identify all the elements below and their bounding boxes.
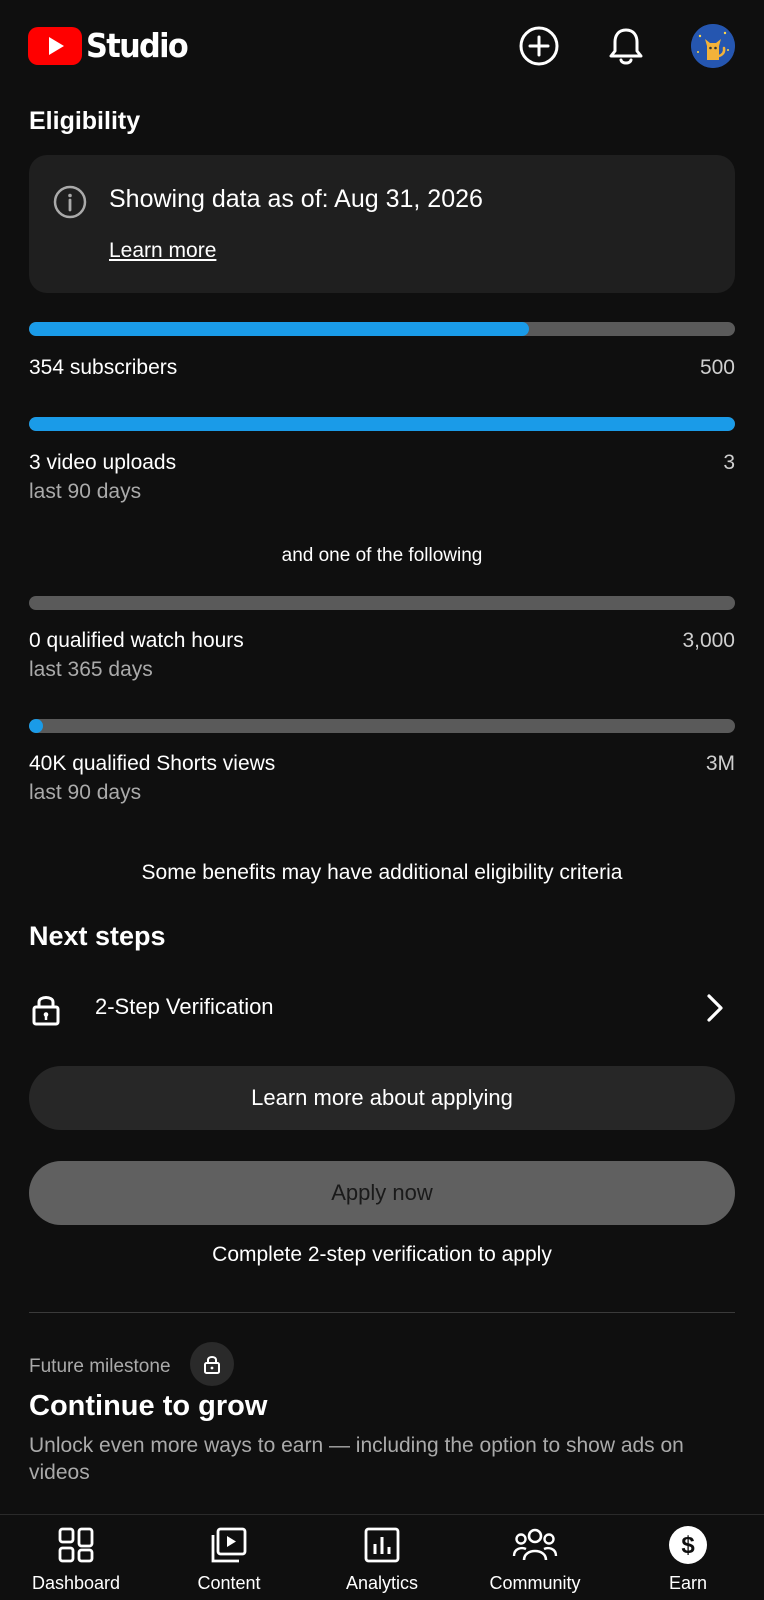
learn-more-applying-button[interactable]: Learn more about applying	[29, 1066, 735, 1130]
content-icon	[211, 1527, 247, 1563]
alternatives-separator: and one of the following	[281, 545, 483, 566]
analytics-icon	[364, 1527, 400, 1563]
data-info-card: Showing data as of: Aug 31, 2026 Learn m…	[29, 155, 735, 293]
nav-earn[interactable]: $ Earn	[612, 1525, 764, 1594]
nav-community[interactable]: Community	[459, 1525, 611, 1594]
subscribers-label: 354 subscribers	[29, 356, 178, 379]
section-divider	[29, 1312, 735, 1313]
apply-now-button[interactable]: Apply now	[29, 1161, 735, 1225]
nav-earn-label: Earn	[668, 1573, 708, 1593]
uploads-period: last 90 days	[29, 480, 142, 503]
community-icon	[512, 1528, 558, 1561]
logo-text: Studio	[86, 26, 189, 65]
lock-icon	[32, 996, 60, 1026]
nav-content-label: Content	[197, 1573, 261, 1593]
app-header: Studio	[0, 0, 764, 96]
shorts-views-progress-bar	[29, 719, 735, 733]
continue-grow-description: Unlock even more ways to earn — includin…	[29, 1434, 684, 1484]
subscribers-target: 500	[699, 356, 735, 379]
data-date-text: Showing data as of: Aug 31, 2026	[109, 185, 483, 213]
watch-hours-period: last 365 days	[29, 658, 153, 681]
shorts-views-period: last 90 days	[29, 781, 142, 804]
dashboard-icon	[58, 1527, 94, 1563]
subscribers-progress-bar	[29, 322, 735, 336]
watch-hours-label: 0 qualified watch hours	[29, 629, 244, 652]
create-plus-icon	[519, 26, 559, 66]
uploads-progress-bar	[29, 417, 735, 431]
uploads-target: 3	[723, 451, 735, 474]
watch-hours-target: 3,000	[682, 629, 735, 652]
next-steps-title: Next steps	[29, 921, 166, 951]
watch-hours-progress-bar	[29, 596, 735, 610]
future-milestone-label: Future milestone	[29, 1356, 171, 1377]
continue-grow-title: Continue to grow	[29, 1390, 268, 1422]
youtube-play-icon	[28, 26, 82, 65]
earn-icon: $	[669, 1526, 707, 1564]
uploads-progress-fill	[29, 417, 735, 431]
nav-dashboard-label: Dashboard	[31, 1573, 121, 1593]
step-2sv-label: 2-Step Verification	[95, 994, 274, 1019]
info-icon	[53, 185, 87, 219]
shorts-views-target: 3M	[705, 752, 735, 775]
nav-community-label: Community	[489, 1573, 581, 1593]
eligibility-title: Eligibility	[29, 107, 141, 135]
bottom-navigation: Dashboard Content Analytics Community $ …	[0, 1514, 764, 1600]
bell-icon	[609, 28, 643, 65]
account-avatar[interactable]	[691, 24, 735, 68]
notifications-button[interactable]	[604, 24, 648, 68]
subscribers-progress-fill	[29, 322, 529, 336]
chevron-right-icon	[707, 994, 723, 1022]
step-2sv-row[interactable]: 2-Step Verification	[29, 980, 735, 1036]
learn-more-link[interactable]: Learn more	[109, 239, 216, 263]
youtube-studio-logo[interactable]: Studio	[28, 26, 196, 65]
eligibility-note: Some benefits may have additional eligib…	[141, 861, 623, 884]
apply-hint: Complete 2-step verification to apply	[212, 1243, 552, 1266]
nav-analytics[interactable]: Analytics	[306, 1525, 458, 1594]
milestone-lock-badge	[190, 1342, 234, 1386]
cat-avatar-icon	[691, 24, 735, 68]
nav-content[interactable]: Content	[153, 1525, 305, 1594]
create-button[interactable]	[517, 24, 561, 68]
svg-text:$: $	[681, 1532, 695, 1559]
nav-analytics-label: Analytics	[345, 1573, 419, 1593]
uploads-label: 3 video uploads	[29, 451, 177, 474]
nav-dashboard[interactable]: Dashboard	[0, 1525, 152, 1594]
shorts-views-label: 40K qualified Shorts views	[29, 752, 276, 775]
lock-icon	[204, 1356, 220, 1374]
shorts-views-progress-fill	[29, 719, 43, 733]
